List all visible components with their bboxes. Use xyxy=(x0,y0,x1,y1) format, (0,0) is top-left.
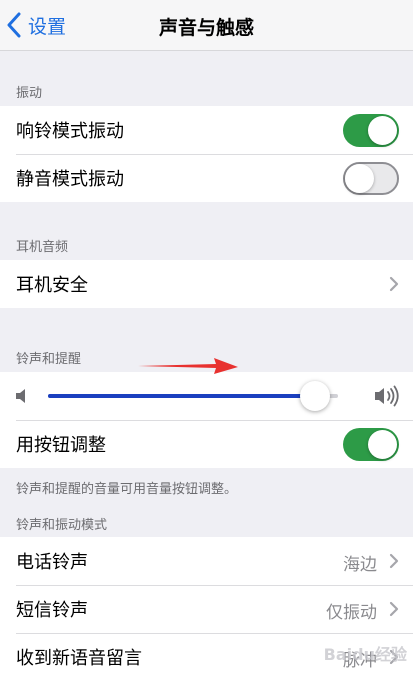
ring-vibrate-row: 响铃模式振动 xyxy=(0,106,413,154)
headphone-safety-label: 耳机安全 xyxy=(16,275,88,296)
vibration-group: 响铃模式振动 静音模式振动 xyxy=(0,106,413,202)
watermark: Baidu经验 xyxy=(323,645,407,664)
section-header-ringer: 铃声和提醒 xyxy=(16,352,82,367)
silent-vibrate-row: 静音模式振动 xyxy=(0,154,413,202)
ringer-group: 用按钮调整 xyxy=(0,372,413,468)
speaker-high-icon xyxy=(375,385,399,407)
ring-vibrate-toggle[interactable] xyxy=(343,114,399,147)
navigation-bar: 设置 声音与触感 xyxy=(0,0,413,51)
headphone-group: 耳机安全 xyxy=(0,260,413,308)
page-title: 声音与触感 xyxy=(158,17,254,39)
silent-vibrate-toggle[interactable] xyxy=(343,162,399,195)
chevron-right-icon xyxy=(389,553,399,569)
ringer-volume-slider[interactable] xyxy=(48,381,338,411)
section-header-patterns: 铃声和振动模式 xyxy=(16,518,108,533)
annotation-arrow-icon xyxy=(138,358,238,374)
ringer-volume-row xyxy=(0,372,413,420)
chevron-right-icon xyxy=(389,601,399,617)
button-adjust-row: 用按钮调整 xyxy=(0,420,413,468)
ringtone-value: 海边 xyxy=(343,555,377,575)
toggle-knob xyxy=(345,164,374,193)
chevron-right-icon xyxy=(389,276,399,292)
list-item[interactable]: 电话铃声 海边 xyxy=(0,537,413,585)
text-tone-value: 仅振动 xyxy=(326,603,377,623)
ringer-footer-note: 铃声和提醒的音量可用音量按钮调整。 xyxy=(16,482,238,497)
section-header-vibration: 振动 xyxy=(16,86,43,101)
button-adjust-toggle[interactable] xyxy=(343,428,399,461)
slider-thumb[interactable] xyxy=(299,381,330,411)
slider-fill xyxy=(48,394,315,398)
list-item[interactable]: 短信铃声 仅振动 xyxy=(0,585,413,633)
headphone-safety-row[interactable]: 耳机安全 xyxy=(0,260,413,308)
toggle-knob xyxy=(368,116,397,145)
toggle-knob xyxy=(368,430,397,459)
speaker-low-icon xyxy=(16,389,25,403)
section-header-headphone: 耳机音频 xyxy=(16,240,69,255)
